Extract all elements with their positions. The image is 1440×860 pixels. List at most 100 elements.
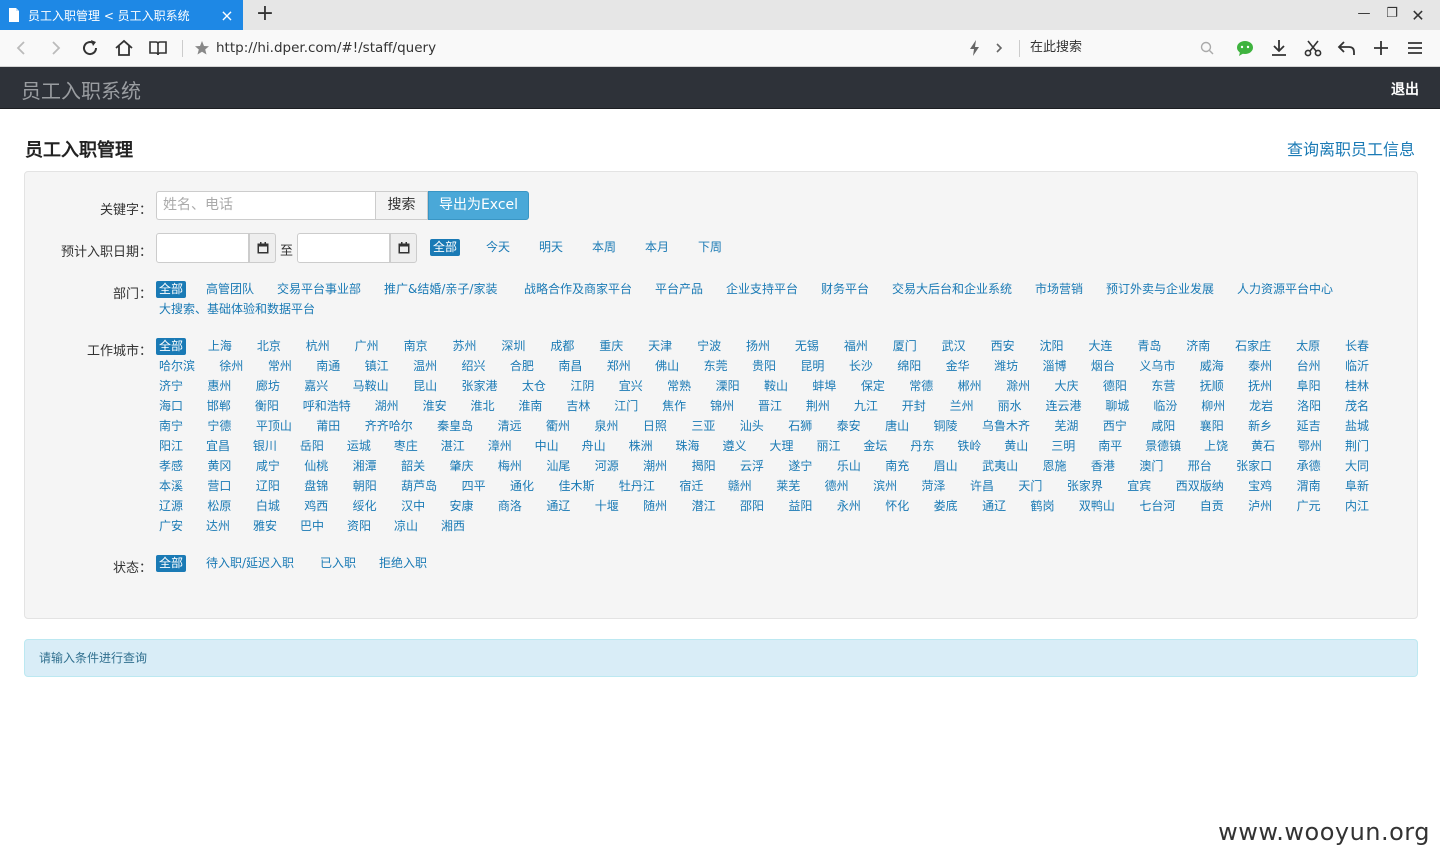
restore-icon[interactable]: ❐ bbox=[1382, 6, 1402, 24]
city-option[interactable]: 江阴 bbox=[567, 378, 597, 395]
city-option[interactable]: 鸡西 bbox=[301, 498, 331, 515]
city-option[interactable]: 桂林 bbox=[1342, 378, 1372, 395]
city-option[interactable]: 乌鲁木齐 bbox=[979, 418, 1033, 435]
city-option[interactable]: 重庆 bbox=[596, 338, 626, 355]
city-option[interactable]: 丽水 bbox=[995, 398, 1025, 415]
city-option[interactable]: 常熟 bbox=[664, 378, 694, 395]
city-option[interactable]: 潮州 bbox=[640, 458, 670, 475]
city-option[interactable]: 威海 bbox=[1197, 358, 1227, 375]
city-option[interactable]: 衡阳 bbox=[252, 398, 282, 415]
city-option[interactable]: 昆山 bbox=[410, 378, 440, 395]
city-option[interactable]: 蚌埠 bbox=[809, 378, 839, 395]
city-option[interactable]: 廊坊 bbox=[253, 378, 283, 395]
department-option[interactable]: 全部 bbox=[156, 281, 187, 298]
city-option[interactable]: 合肥 bbox=[507, 358, 537, 375]
city-option[interactable]: 辽阳 bbox=[253, 478, 283, 495]
city-option[interactable]: 渭南 bbox=[1294, 478, 1324, 495]
city-option[interactable]: 肇庆 bbox=[447, 458, 477, 475]
city-option[interactable]: 青岛 bbox=[1134, 338, 1164, 355]
city-option[interactable]: 南平 bbox=[1095, 438, 1125, 455]
city-option[interactable]: 南宁 bbox=[156, 418, 186, 435]
department-option[interactable]: 预订外卖与企业发展 bbox=[1103, 281, 1217, 298]
city-option[interactable]: 日照 bbox=[640, 418, 670, 435]
city-option[interactable]: 松原 bbox=[204, 498, 234, 515]
chat-icon[interactable] bbox=[1234, 37, 1256, 59]
city-option[interactable]: 孝感 bbox=[156, 458, 186, 475]
city-option[interactable]: 齐齐哈尔 bbox=[362, 418, 416, 435]
new-tab-button[interactable]: + bbox=[254, 3, 276, 25]
city-option[interactable]: 邯郸 bbox=[204, 398, 234, 415]
department-option[interactable]: 战略合作及商家平台 bbox=[521, 281, 635, 298]
city-option[interactable]: 荆州 bbox=[803, 398, 833, 415]
city-option[interactable]: 云浮 bbox=[737, 458, 767, 475]
city-option[interactable]: 晋江 bbox=[755, 398, 785, 415]
city-option[interactable]: 湘潭 bbox=[350, 458, 380, 475]
city-option[interactable]: 金坛 bbox=[860, 438, 890, 455]
city-option[interactable]: 怀化 bbox=[882, 498, 912, 515]
city-option[interactable]: 湘西 bbox=[438, 518, 468, 535]
city-option[interactable]: 永州 bbox=[834, 498, 864, 515]
department-option[interactable]: 推广&结婚/亲子/家装 bbox=[381, 281, 500, 298]
city-option[interactable]: 全部 bbox=[156, 338, 187, 355]
city-option[interactable]: 南昌 bbox=[555, 358, 585, 375]
city-option[interactable]: 大同 bbox=[1342, 458, 1372, 475]
city-option[interactable]: 本溪 bbox=[156, 478, 186, 495]
city-option[interactable]: 四平 bbox=[459, 478, 489, 495]
city-option[interactable]: 抚州 bbox=[1245, 378, 1275, 395]
city-option[interactable]: 德州 bbox=[822, 478, 852, 495]
resigned-employees-link[interactable]: 查询离职员工信息 bbox=[1287, 136, 1415, 160]
star-icon[interactable] bbox=[191, 37, 213, 59]
city-option[interactable]: 秦皇岛 bbox=[434, 418, 476, 435]
city-option[interactable]: 汕尾 bbox=[543, 458, 573, 475]
city-option[interactable]: 郴州 bbox=[955, 378, 985, 395]
city-option[interactable]: 昆明 bbox=[797, 358, 827, 375]
city-option[interactable]: 西安 bbox=[988, 338, 1018, 355]
city-option[interactable]: 阳江 bbox=[156, 438, 186, 455]
city-option[interactable]: 九江 bbox=[851, 398, 881, 415]
city-option[interactable]: 聊城 bbox=[1102, 398, 1132, 415]
reading-list-icon[interactable] bbox=[147, 37, 169, 59]
back-icon[interactable] bbox=[11, 37, 33, 59]
city-option[interactable]: 扬州 bbox=[743, 338, 773, 355]
city-option[interactable]: 福州 bbox=[841, 338, 871, 355]
city-option[interactable]: 滁州 bbox=[1003, 378, 1033, 395]
city-option[interactable]: 济宁 bbox=[156, 378, 186, 395]
city-option[interactable]: 郑州 bbox=[604, 358, 634, 375]
city-option[interactable]: 温州 bbox=[410, 358, 440, 375]
city-option[interactable]: 贵阳 bbox=[749, 358, 779, 375]
city-option[interactable]: 景德镇 bbox=[1142, 438, 1184, 455]
city-option[interactable]: 遵义 bbox=[720, 438, 750, 455]
city-option[interactable]: 抚顺 bbox=[1197, 378, 1227, 395]
city-option[interactable]: 赣州 bbox=[725, 478, 755, 495]
city-option[interactable]: 运城 bbox=[344, 438, 374, 455]
city-option[interactable]: 上海 bbox=[205, 338, 235, 355]
city-option[interactable]: 沈阳 bbox=[1037, 338, 1067, 355]
city-option[interactable]: 菏泽 bbox=[919, 478, 949, 495]
city-option[interactable]: 益阳 bbox=[785, 498, 815, 515]
city-option[interactable]: 宝鸡 bbox=[1245, 478, 1275, 495]
date-option[interactable]: 全部 bbox=[430, 239, 461, 256]
city-option[interactable]: 绥化 bbox=[350, 498, 380, 515]
date-option[interactable]: 本周 bbox=[589, 239, 619, 256]
city-option[interactable]: 长沙 bbox=[846, 358, 876, 375]
city-option[interactable]: 南通 bbox=[313, 358, 343, 375]
city-option[interactable]: 湖州 bbox=[372, 398, 402, 415]
city-option[interactable]: 韶关 bbox=[398, 458, 428, 475]
city-option[interactable]: 邢台 bbox=[1185, 458, 1215, 475]
city-option[interactable]: 铁岭 bbox=[954, 438, 984, 455]
city-option[interactable]: 黄石 bbox=[1248, 438, 1278, 455]
reload-icon[interactable] bbox=[79, 37, 101, 59]
city-option[interactable]: 盐城 bbox=[1342, 418, 1372, 435]
city-option[interactable]: 黄山 bbox=[1001, 438, 1031, 455]
city-option[interactable]: 镇江 bbox=[362, 358, 392, 375]
city-option[interactable]: 三亚 bbox=[688, 418, 718, 435]
city-option[interactable]: 衢州 bbox=[543, 418, 573, 435]
city-option[interactable]: 柳州 bbox=[1198, 398, 1228, 415]
city-option[interactable]: 太仓 bbox=[519, 378, 549, 395]
city-option[interactable]: 大理 bbox=[766, 438, 796, 455]
city-option[interactable]: 辽源 bbox=[156, 498, 186, 515]
city-option[interactable]: 中山 bbox=[532, 438, 562, 455]
city-option[interactable]: 徐州 bbox=[216, 358, 246, 375]
city-option[interactable]: 潍坊 bbox=[991, 358, 1021, 375]
city-option[interactable]: 临沂 bbox=[1342, 358, 1372, 375]
